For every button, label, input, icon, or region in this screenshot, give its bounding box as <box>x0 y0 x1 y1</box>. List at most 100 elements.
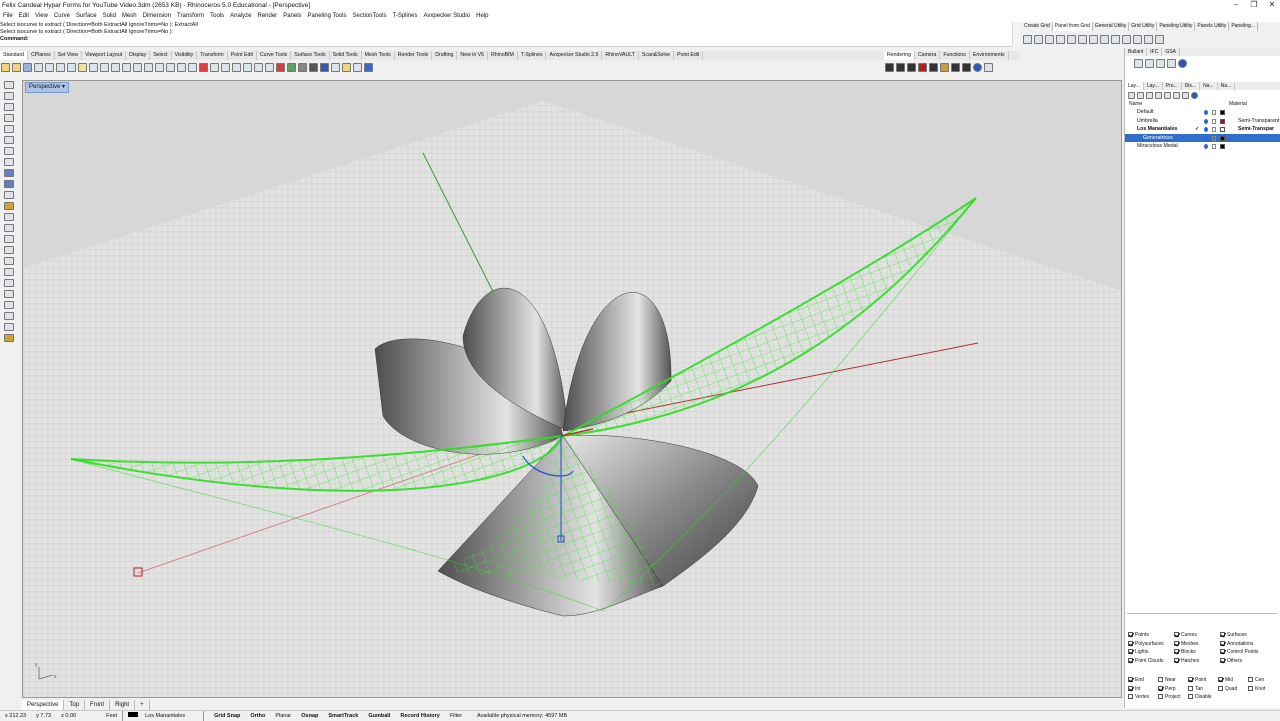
help-icon[interactable] <box>1191 91 1198 99</box>
dimension-icon[interactable] <box>4 213 14 221</box>
checkbox[interactable] <box>1174 649 1179 655</box>
arc-icon[interactable] <box>4 147 14 155</box>
close-button[interactable]: ✕ <box>1264 0 1280 11</box>
tab-display[interactable]: Display <box>126 51 151 60</box>
menu-item-render[interactable]: Render <box>255 11 281 22</box>
split-icon[interactable] <box>4 290 14 298</box>
filter-others[interactable]: Others <box>1220 657 1266 666</box>
menu-item-mesh[interactable]: Mesh <box>119 11 140 22</box>
tab-render-tools[interactable]: Render Tools <box>395 51 433 60</box>
layer-material[interactable]: Semi-Transpar <box>1238 125 1274 134</box>
osnap-tan[interactable]: Tan <box>1188 685 1218 694</box>
lightbulb-icon[interactable] <box>1204 144 1208 150</box>
lightbulb-icon[interactable] <box>1204 135 1208 141</box>
osnap-int[interactable]: Int <box>1128 685 1158 694</box>
material-icon[interactable] <box>287 63 296 72</box>
checkbox[interactable] <box>1220 632 1225 638</box>
toggle-osnap[interactable]: Osnap <box>296 711 323 721</box>
tab-environments[interactable]: Environments <box>970 51 1009 60</box>
layer-row[interactable]: Umbrella Semi-Transparent <box>1125 117 1280 126</box>
checkbox[interactable] <box>1248 677 1253 683</box>
tab-transform[interactable]: Transform <box>197 51 228 60</box>
render-region-icon[interactable] <box>896 63 905 72</box>
filter-meshes[interactable]: Meshes <box>1174 640 1220 649</box>
tab-right[interactable]: Right <box>110 700 136 710</box>
text-icon[interactable] <box>4 202 14 210</box>
save-icon[interactable] <box>23 63 32 72</box>
panel-tab-ifc[interactable]: IFC <box>1147 48 1163 56</box>
viewport-label[interactable]: Perspective ▾ <box>25 82 70 93</box>
checkbox[interactable] <box>1188 677 1193 683</box>
checkbox[interactable] <box>1128 640 1133 646</box>
panel-tri-icon[interactable] <box>1144 34 1153 44</box>
osnap-quad[interactable]: Quad <box>1218 685 1248 694</box>
current-layer[interactable]: Los Manantiales <box>122 710 205 721</box>
menu-item-file[interactable]: File <box>0 11 16 22</box>
render-icon[interactable] <box>309 63 318 72</box>
checkbox[interactable] <box>1248 685 1253 691</box>
four-view-icon[interactable] <box>166 63 175 72</box>
help-icon[interactable] <box>1178 58 1187 68</box>
checkbox[interactable] <box>1218 685 1223 691</box>
grid-icon[interactable] <box>177 63 186 72</box>
layer-row[interactable]: Los Manantiales ✓ Semi-Transpar <box>1125 125 1280 134</box>
zoom-out-icon[interactable] <box>243 63 252 72</box>
lock-icon[interactable] <box>1212 118 1216 124</box>
array-icon[interactable] <box>4 268 14 276</box>
tab-general-utility[interactable]: General Utility <box>1093 22 1130 31</box>
plugin-icon[interactable] <box>1134 58 1143 68</box>
tab-visibility[interactable]: Visibility <box>172 51 198 60</box>
filter-lights[interactable]: Lights <box>1128 648 1174 657</box>
tab-paneling-[interactable]: Paneling... <box>1229 22 1258 31</box>
checkbox[interactable] <box>1220 649 1225 655</box>
paste-icon[interactable] <box>78 63 87 72</box>
join-icon[interactable] <box>4 301 14 309</box>
checkbox[interactable] <box>1220 640 1225 646</box>
color-icon[interactable] <box>276 63 285 72</box>
panel-grid-icon[interactable] <box>1067 34 1076 44</box>
panel-tab[interactable]: Dis... <box>1182 82 1201 90</box>
filter-annotations[interactable]: Annotations <box>1220 640 1266 649</box>
environment-icon[interactable] <box>951 63 960 72</box>
menu-item-transform[interactable]: Transform <box>174 11 207 22</box>
properties-icon[interactable] <box>342 63 351 72</box>
panel-curves-icon[interactable] <box>1078 34 1087 44</box>
layer-material[interactable]: Semi-Transparent <box>1238 117 1279 126</box>
tab-surface-tools[interactable]: Surface Tools <box>291 51 330 60</box>
checkbox[interactable] <box>1128 649 1133 655</box>
zoom-window-icon[interactable] <box>133 63 142 72</box>
tab-point-edit[interactable]: Point Edit <box>228 51 257 60</box>
panel-morph-icon[interactable] <box>1111 34 1120 44</box>
osnap-project[interactable]: Project <box>1158 693 1188 702</box>
panel-edge-icon[interactable] <box>1133 34 1142 44</box>
trim-icon[interactable] <box>4 279 14 287</box>
perspective-viewport[interactable]: x y Perspective ▾ <box>22 80 1122 698</box>
checkbox[interactable] <box>1220 657 1225 663</box>
osnap-end[interactable]: End <box>1128 676 1158 685</box>
menu-item-paneling-tools[interactable]: Paneling Tools <box>305 11 350 22</box>
layer-color-swatch[interactable] <box>1220 135 1225 141</box>
open-file-icon[interactable] <box>12 63 21 72</box>
toggle-record-history[interactable]: Record History <box>395 711 444 721</box>
explode-icon[interactable] <box>4 312 14 320</box>
render-camera-icon[interactable] <box>885 63 894 72</box>
panel-flat-icon[interactable] <box>1122 34 1131 44</box>
menu-item-tools[interactable]: Tools <box>207 11 227 22</box>
checkbox[interactable] <box>1128 677 1133 683</box>
rotate-icon[interactable] <box>4 235 14 243</box>
filter-blocks[interactable]: Blocks <box>1174 648 1220 657</box>
filter-curves[interactable]: Curves <box>1174 631 1220 640</box>
checkbox[interactable] <box>1128 685 1133 691</box>
tab-cplanes[interactable]: CPlanes <box>28 51 55 60</box>
plugin-icon[interactable] <box>1156 58 1165 68</box>
tools-icon[interactable] <box>353 63 362 72</box>
texture-icon[interactable] <box>940 63 949 72</box>
lightbulb-icon[interactable] <box>1204 118 1208 124</box>
panel-tab[interactable]: Na... <box>1218 82 1236 90</box>
tab-rhinovault[interactable]: RhinoVAULT <box>602 51 639 60</box>
checkbox[interactable] <box>1188 685 1193 691</box>
lightbulb-icon[interactable] <box>1204 127 1208 133</box>
new-sublayer-icon[interactable] <box>1137 91 1144 99</box>
tab-avxpecker-studio-2-5[interactable]: Avxpecker Studio 2.5 <box>546 51 603 60</box>
tab-point-edit[interactable]: Point Edit <box>674 51 704 60</box>
